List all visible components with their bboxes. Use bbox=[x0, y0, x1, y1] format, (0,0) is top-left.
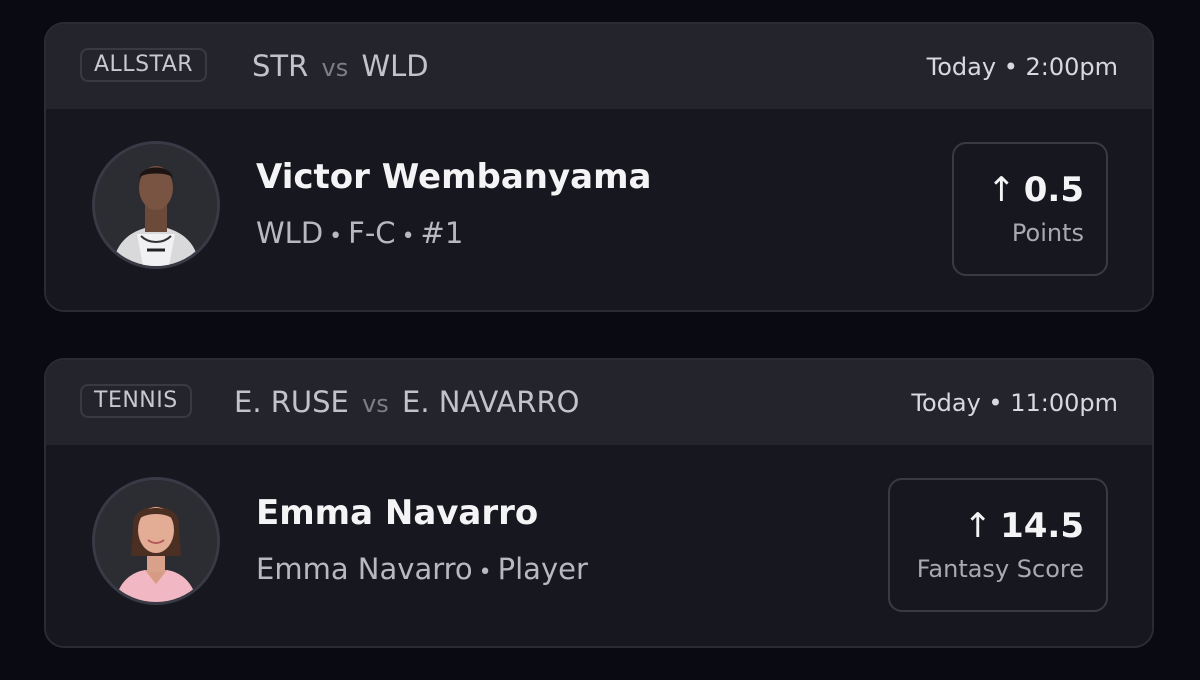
player-avatar bbox=[92, 477, 220, 605]
game-time: Today • 11:00pm bbox=[911, 389, 1118, 417]
team-b: E. NAVARRO bbox=[402, 385, 580, 419]
player-meta: Emma Navarro • Player bbox=[256, 551, 588, 591]
game-time: Today • 2:00pm bbox=[926, 53, 1118, 81]
sport-badge: ALLSTAR bbox=[80, 48, 208, 82]
player-position: F-C bbox=[348, 216, 396, 250]
prop-card[interactable]: TENNIS E. RUSE vs E. NAVARRO Today • 11:… bbox=[44, 358, 1154, 648]
player-avatar bbox=[92, 141, 220, 269]
line-value: 14.5 bbox=[1000, 506, 1084, 546]
separator-dot: • bbox=[329, 224, 343, 249]
card-body: Victor Wembanyama WLD • F-C • #1 ↑ 0.5 Points bbox=[46, 109, 1152, 310]
player-team: Emma Navarro bbox=[256, 552, 473, 586]
card-header: ALLSTAR STR vs WLD Today • 2:00pm bbox=[46, 24, 1152, 109]
team-b: WLD bbox=[361, 49, 429, 83]
projection-line-button[interactable]: ↑ 14.5 Fantasy Score bbox=[888, 478, 1108, 612]
line-value: 0.5 bbox=[1023, 170, 1084, 210]
team-a: E. RUSE bbox=[234, 385, 349, 419]
line-stat: Points bbox=[1011, 219, 1084, 247]
player-name: Victor Wembanyama bbox=[256, 157, 652, 197]
vs-label: vs bbox=[362, 390, 389, 418]
separator-dot: • bbox=[401, 224, 415, 249]
matchup: E. RUSE vs E. NAVARRO bbox=[234, 385, 579, 421]
line-stat: Fantasy Score bbox=[916, 555, 1084, 583]
basketball-player-photo bbox=[95, 144, 217, 266]
prop-card[interactable]: ALLSTAR STR vs WLD Today • 2:00pm Victor… bbox=[44, 22, 1154, 312]
player-name: Emma Navarro bbox=[256, 493, 539, 533]
tennis-player-photo bbox=[95, 480, 217, 602]
arrow-up-icon: ↑ bbox=[963, 506, 993, 546]
team-a: STR bbox=[252, 49, 309, 83]
sport-badge: TENNIS bbox=[80, 384, 192, 418]
line-value-row: ↑ 0.5 bbox=[976, 170, 1084, 210]
player-number: #1 bbox=[420, 216, 464, 250]
arrow-up-icon: ↑ bbox=[987, 170, 1016, 210]
projection-line-button[interactable]: ↑ 0.5 Points bbox=[952, 142, 1108, 276]
player-meta: WLD • F-C • #1 bbox=[256, 215, 463, 255]
line-value-row: ↑ 14.5 bbox=[912, 506, 1084, 546]
card-header: TENNIS E. RUSE vs E. NAVARRO Today • 11:… bbox=[46, 360, 1152, 445]
player-team: WLD bbox=[256, 216, 324, 250]
separator-dot: • bbox=[478, 560, 492, 585]
vs-label: vs bbox=[321, 54, 349, 82]
matchup: STR vs WLD bbox=[252, 49, 429, 85]
player-position: Player bbox=[497, 552, 588, 586]
card-body: Emma Navarro Emma Navarro • Player ↑ 14.5 F… bbox=[46, 445, 1152, 646]
